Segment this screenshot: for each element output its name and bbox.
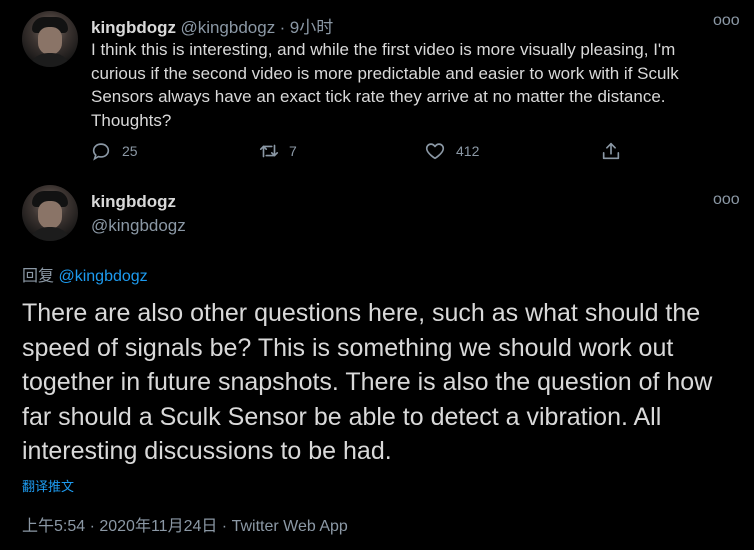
- avatar[interactable]: [22, 185, 78, 241]
- translate-link[interactable]: 翻译推文: [22, 476, 74, 495]
- author-handle[interactable]: @kingbdogz: [180, 18, 275, 37]
- retweet-icon: [259, 144, 279, 158]
- heart-icon: [425, 143, 445, 160]
- share-button[interactable]: [600, 140, 622, 162]
- reply-count: 25: [122, 143, 138, 159]
- reply-icon: [92, 143, 110, 161]
- author-name[interactable]: kingbdogz: [91, 192, 176, 212]
- tweet1-header: kingbdogz @kingbdogz · 9小时: [91, 13, 333, 38]
- reply-prefix: 回复: [22, 268, 55, 285]
- like-count: 412: [456, 143, 480, 159]
- author-name[interactable]: kingbdogz: [91, 18, 176, 37]
- tweet-timestamp[interactable]: 上午5:54 · 2020年11月24日 · Twitter Web App: [22, 512, 348, 536]
- reply-handle-link[interactable]: @kingbdogz: [58, 268, 147, 285]
- like-button[interactable]: 412: [424, 140, 479, 162]
- separator: ·: [279, 18, 286, 37]
- avatar[interactable]: [22, 11, 78, 67]
- tweet-time[interactable]: 9小时: [290, 18, 333, 37]
- share-icon: [602, 142, 620, 160]
- retweet-button[interactable]: 7: [257, 140, 297, 162]
- tweet-text: I think this is interesting, and while t…: [91, 40, 679, 130]
- retweet-count: 7: [289, 143, 297, 159]
- more-icon[interactable]: ooo: [713, 191, 740, 209]
- reply-button[interactable]: 25: [90, 140, 138, 162]
- more-icon[interactable]: ooo: [713, 12, 740, 30]
- author-handle[interactable]: @kingbdogz: [91, 216, 186, 236]
- tweet-text: There are also other questions here, suc…: [22, 299, 713, 465]
- reply-to: 回复 @kingbdogz: [22, 262, 148, 286]
